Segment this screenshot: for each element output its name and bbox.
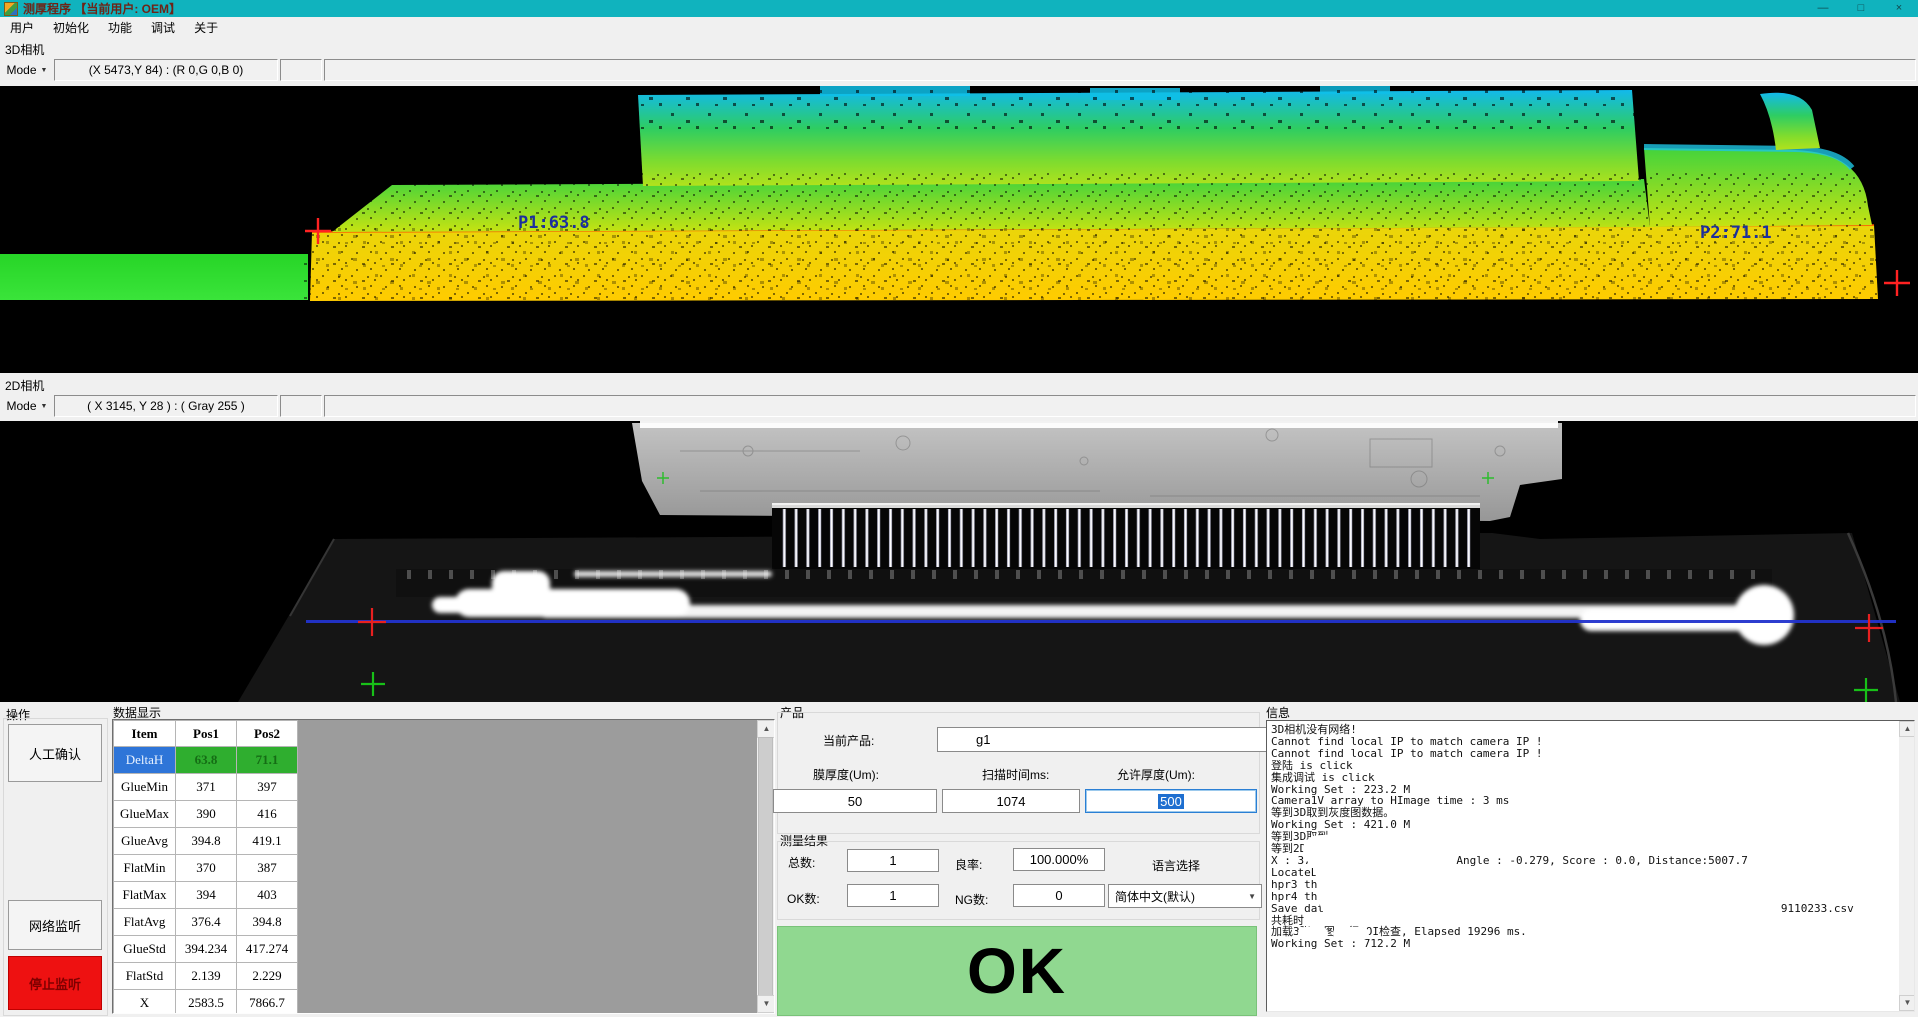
camera2d-section-label: 2D相机 — [5, 377, 44, 391]
redaction-blob — [1298, 927, 1328, 940]
camera2d-status-panel — [280, 395, 322, 417]
scroll-down-icon[interactable]: ▼ — [1899, 995, 1915, 1011]
menu-bar: 用户初始化功能调试关于 — [0, 17, 1918, 38]
menu-item[interactable]: 功能 — [99, 17, 141, 38]
scan-time-field[interactable]: 1074 — [942, 789, 1080, 813]
table-row[interactable]: DeltaH 63.8 71.1 — [114, 747, 298, 774]
camera3d-viewport: P1:63.8 P2:71.1 — [0, 86, 1918, 373]
table-row[interactable]: GlueStd 394.234 417.274 — [114, 936, 298, 963]
menu-item[interactable]: 关于 — [185, 17, 227, 38]
camera3d-mode-button[interactable]: Mode▼ — [0, 58, 54, 82]
table-header-cell: Pos2 — [237, 721, 298, 747]
table-header-cell: Pos1 — [176, 721, 237, 747]
language-select-label: 语言选择 — [1152, 857, 1200, 874]
table-row[interactable]: GlueMax 390 416 — [114, 801, 298, 828]
table-header-row: ItemPos1Pos2 — [114, 721, 298, 747]
scrollbar-thumb[interactable] — [758, 737, 773, 996]
total-count-label: 总数: — [788, 854, 815, 871]
manual-confirm-button[interactable]: 人工确认 — [8, 724, 102, 782]
minimize-button[interactable]: — — [1804, 0, 1842, 17]
table-row[interactable]: FlatAvg 376.4 394.8 — [114, 909, 298, 936]
camera3d-pixel-readout: (X 5473,Y 84) : (R 0,G 0,B 0) — [54, 59, 278, 81]
camera2d-pixel-readout: ( X 3145, Y 28 ) : ( Gray 255 ) — [54, 395, 278, 417]
scroll-up-icon[interactable]: ▲ — [1899, 721, 1915, 737]
measurement-table: ItemPos1Pos2 DeltaH 63.8 71.1 GlueMin 37… — [113, 720, 298, 1014]
yield-label: 良率: — [955, 856, 982, 873]
scan-time-label: 扫描时间ms: — [982, 766, 1049, 783]
menu-item[interactable]: 用户 — [1, 17, 43, 38]
selected-text: 500 — [1158, 794, 1184, 809]
pass-fail-status-indicator: OK — [777, 926, 1257, 1016]
camera3d-status-panel — [280, 59, 322, 81]
table-header-cell: Item — [114, 721, 176, 747]
data-display-panel: ItemPos1Pos2 DeltaH 63.8 71.1 GlueMin 37… — [112, 719, 775, 1014]
allow-thickness-label: 允许厚度(Um): — [1117, 766, 1195, 783]
ng-count-field[interactable]: 0 — [1013, 884, 1105, 907]
baseline-overlay-line — [306, 620, 1896, 623]
mode-dropdown-arrow-icon: ▼ — [41, 67, 48, 74]
log-line: 登陆 is click — [1271, 760, 1896, 772]
data-table-scrollbar[interactable]: ▲ ▼ — [757, 720, 774, 1013]
camera3d-section-label: 3D相机 — [5, 41, 44, 55]
camera2d-status-strip: Mode▼ ( X 3145, Y 28 ) : ( Gray 255 ) — [0, 394, 1918, 418]
camera2d-mode-button[interactable]: Mode▼ — [0, 394, 54, 418]
menu-item[interactable]: 调试 — [142, 17, 184, 38]
camera3d-status-panel-wide — [324, 59, 1916, 81]
gray-image — [0, 421, 1918, 702]
stop-listen-button[interactable]: 停止监听 — [8, 956, 102, 1010]
close-button[interactable]: × — [1880, 0, 1918, 17]
table-row[interactable]: FlatStd 2.139 2.229 — [114, 963, 298, 990]
yield-field[interactable]: 100.000% — [1013, 848, 1105, 871]
camera2d-viewport — [0, 421, 1918, 702]
language-select-dropdown[interactable]: 简体中文(默认) ▼ — [1108, 884, 1262, 908]
allow-thickness-field[interactable]: 500 — [1085, 789, 1257, 813]
log-line: Working Set : 712.2 M — [1271, 938, 1896, 950]
ok-count-label: OK数: — [787, 890, 820, 907]
camera3d-status-strip: Mode▼ (X 5473,Y 84) : (R 0,G 0,B 0) — [0, 58, 1918, 82]
table-row[interactable]: FlatMax 394 403 — [114, 882, 298, 909]
chevron-down-icon: ▼ — [1248, 892, 1256, 901]
maximize-button[interactable]: □ — [1842, 0, 1880, 17]
log-line: 集成调试 is click — [1271, 772, 1896, 784]
menu-item[interactable]: 初始化 — [44, 17, 98, 38]
current-product-label: 当前产品: — [823, 732, 874, 749]
table-row[interactable]: FlatMin 370 387 — [114, 855, 298, 882]
mode-dropdown-arrow-icon: ▼ — [41, 403, 48, 410]
table-row[interactable]: GlueAvg 394.8 419.1 — [114, 828, 298, 855]
table-row[interactable]: GlueMin 371 397 — [114, 774, 298, 801]
log-line: Cannot find local IP to match camera IP … — [1271, 748, 1896, 760]
ng-count-label: NG数: — [955, 891, 988, 908]
p2-measure-label: P2:71.1 — [1700, 223, 1772, 243]
table-row[interactable]: X 2583.5 7866.7 — [114, 990, 298, 1015]
info-group-label: 信息 — [1266, 704, 1290, 721]
log-line: Working Set : 421.0 M — [1271, 819, 1896, 831]
app-icon — [4, 2, 18, 16]
p1-measure-label: P1:63.8 — [518, 213, 590, 233]
info-log-scrollbar[interactable]: ▲ ▼ — [1899, 721, 1914, 1011]
camera2d-status-panel-wide — [324, 395, 1916, 417]
film-thickness-field[interactable]: 50 — [773, 789, 937, 813]
film-thickness-label: 膜厚度(Um): — [813, 766, 879, 783]
network-listen-button[interactable]: 网络监听 — [8, 900, 102, 950]
scroll-up-icon[interactable]: ▲ — [757, 720, 775, 738]
window-title: 测厚程序 【当前用户: OEM】 — [23, 0, 181, 17]
title-bar: 测厚程序 【当前用户: OEM】 — □ × — [0, 0, 1918, 17]
current-product-field[interactable]: g1 — [937, 727, 1293, 752]
height-map-image: P1:63.8 P2:71.1 — [0, 86, 1918, 373]
application-window: 测厚程序 【当前用户: OEM】 — □ × 用户初始化功能调试关于 3D相机 … — [0, 0, 1918, 1017]
scroll-down-icon[interactable]: ▼ — [757, 995, 775, 1013]
total-count-field[interactable]: 1 — [847, 849, 939, 872]
ok-count-field[interactable]: 1 — [847, 884, 939, 907]
redaction-blob — [1333, 927, 1369, 940]
